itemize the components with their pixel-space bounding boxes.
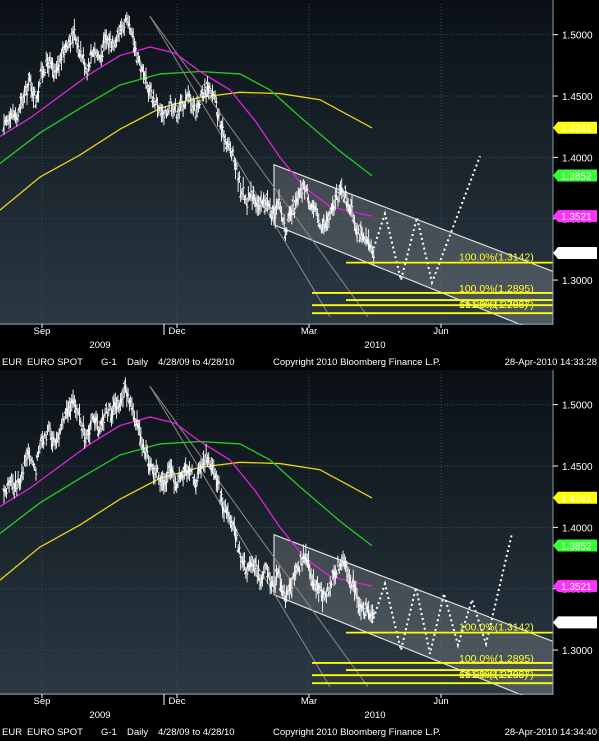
fib-level-label: 100.0%(1.3142): [459, 252, 534, 264]
fib-level-label: 100.0%(1.3142): [459, 622, 534, 634]
price-bar-open: [353, 221, 355, 223]
price-bar-open: [319, 589, 322, 591]
price-bar-open: [257, 199, 259, 201]
price-bar-open: [321, 229, 323, 232]
x-tick-label: Sep: [34, 696, 51, 707]
price-bar-open: [276, 201, 278, 204]
chart-svg-2: 100.0%(1.3142)100.0%(1.2895)161.8%(1.283…: [0, 370, 599, 740]
price-tag-label: 1.3521: [561, 582, 592, 593]
x-year-label: 2010: [364, 340, 385, 351]
footer-copyright: Copyright 2010 Bloomberg Finance L.P.: [273, 357, 441, 368]
fib-level-label: 100.0%(1.2895): [459, 653, 534, 665]
price-bar-open: [191, 477, 194, 479]
x-tick-label: Jun: [433, 326, 448, 337]
price-bar-open: [29, 459, 32, 462]
y-tick-label: 1.3000: [562, 646, 593, 657]
footer-ticker: EUR: [2, 357, 22, 368]
footer-timestamp: 28-Apr-2010 14:33:28: [505, 357, 597, 368]
x-tick-label: Mar: [301, 326, 317, 337]
price-bar-open: [43, 73, 46, 76]
footer-range: 4/28/09 to 4/28/10: [158, 357, 235, 368]
footer-security: EURO SPOT: [27, 357, 83, 368]
price-bar-open: [286, 219, 289, 221]
footer-frequency: Daily: [127, 727, 148, 738]
price-tag-label: 1.3521: [561, 212, 592, 223]
y-tick-label: 1.3000: [562, 276, 593, 287]
x-tick-label: Mar: [301, 696, 317, 707]
price-bar-open: [112, 48, 115, 51]
x-tick-label: Dec: [169, 696, 186, 707]
price-bar-open: [15, 487, 17, 489]
footer-range: 4/28/09 to 4/28/10: [158, 727, 235, 738]
footer-frequency: Daily: [127, 357, 148, 368]
price-bar-open: [130, 33, 133, 35]
footer-security: EURO SPOT: [27, 727, 83, 738]
price-bar-open: [202, 96, 204, 99]
price-bar-open: [231, 527, 234, 529]
x-year-label: 2009: [89, 340, 110, 351]
footer-timestamp: 28-Apr-2010 14:34:40: [505, 727, 597, 738]
footer-ticker: EUR: [2, 727, 22, 738]
price-bar-open: [44, 437, 47, 439]
y-tick-label: 1.4500: [562, 462, 593, 473]
y-tick-label: 1.4500: [562, 92, 593, 103]
x-year-label: 2009: [89, 710, 110, 721]
price-bar-open: [236, 178, 239, 181]
price-tag-label: 1.4241: [561, 494, 592, 505]
price-bar-open: [124, 19, 126, 21]
price-tag-label: 1.3226: [561, 618, 592, 629]
chart-panel-2: 100.0%(1.3142) 100.0%(1.2895) 161.8%(1.283…: [0, 370, 599, 741]
price-bar-open: [22, 462, 25, 464]
price-bar-open: [218, 500, 221, 502]
price-tag-label: 1.4241: [561, 124, 592, 135]
x-year-label: 2010: [364, 710, 385, 721]
y-tick-label: 1.4000: [562, 523, 593, 534]
price-bar-open: [121, 24, 124, 26]
price-tag-label: 1.3852: [561, 542, 592, 553]
price-bar-open: [356, 610, 359, 613]
price-bar-open: [38, 445, 41, 447]
chart-svg-1: 100.0%(1.3142)100.0%(1.2895)161.8%(1.283…: [0, 0, 599, 370]
price-bar-open: [358, 239, 360, 242]
x-tick-label: Jun: [433, 696, 448, 707]
fib-level-label: 61.8%(1.2795): [459, 299, 528, 311]
footer-page: G-1: [101, 727, 117, 738]
fib-level-label: 100.0%(1.2895): [459, 283, 534, 295]
x-tick-label: Sep: [34, 326, 51, 337]
y-tick-label: 1.5000: [562, 401, 593, 412]
price-bar-open: [140, 447, 143, 449]
x-tick-label: Dec: [169, 326, 186, 337]
fib-level-label: 61.8%(1.2795): [459, 669, 528, 681]
chart-panel-1: 100.0%(1.3142) 100.0%(1.2895) 161.8%(1.283…: [0, 0, 599, 370]
footer-page: G-1: [101, 357, 117, 368]
price-tag-label: 1.3221: [561, 249, 592, 260]
price-bar-open: [304, 190, 307, 192]
y-tick-label: 1.5000: [562, 31, 593, 42]
price-bar-open: [97, 54, 99, 56]
price-bar-open: [168, 101, 171, 104]
price-tag-label: 1.3852: [561, 172, 592, 183]
price-bar-open: [191, 105, 194, 108]
y-tick-label: 1.4000: [562, 153, 593, 164]
footer-copyright: Copyright 2010 Bloomberg Finance L.P.: [273, 727, 441, 738]
price-bar-open: [218, 125, 221, 127]
